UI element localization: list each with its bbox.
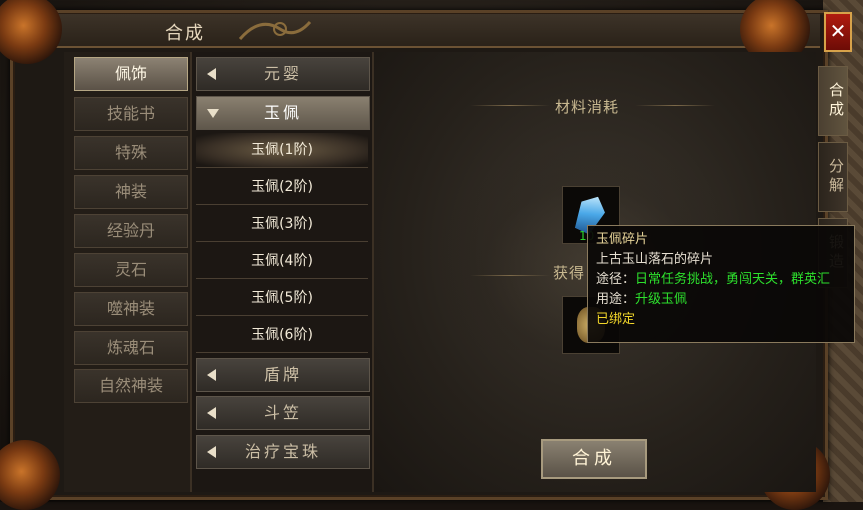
tooltip-use-value: 升级玉佩 bbox=[635, 292, 688, 307]
category-exp-pill[interactable]: 经验丹 bbox=[74, 214, 188, 248]
divider bbox=[470, 275, 550, 276]
tooltip-use-label: 用途： bbox=[596, 292, 636, 307]
category-nature-gear[interactable]: 自然神装 bbox=[74, 369, 188, 403]
divider bbox=[635, 105, 715, 106]
divider bbox=[470, 105, 550, 106]
materials-title: 材料消耗 bbox=[555, 98, 620, 116]
cloud-ornament-icon bbox=[238, 20, 312, 40]
list-item[interactable]: 玉佩(5阶) bbox=[196, 281, 368, 316]
close-button[interactable]: ✕ bbox=[824, 12, 852, 52]
group-yupei[interactable]: 玉佩 bbox=[196, 96, 370, 130]
tooltip-use: 用途：升级玉佩 bbox=[596, 290, 846, 310]
list-item[interactable]: 玉佩(2阶) bbox=[196, 170, 368, 205]
tooltip-description: 上古玉山落石的碎片 bbox=[596, 252, 714, 267]
tooltip-item-name: 玉佩碎片 bbox=[596, 232, 649, 247]
list-item[interactable]: 玉佩(6阶) bbox=[196, 318, 368, 353]
group-label: 元婴 bbox=[263, 64, 302, 83]
tooltip-route: 途径：日常任务挑战，勇闯天关，群英汇 bbox=[596, 270, 846, 290]
group-douli[interactable]: 斗笠 bbox=[196, 396, 370, 430]
category-divine-gear[interactable]: 神装 bbox=[74, 175, 188, 209]
group-label: 盾牌 bbox=[263, 365, 302, 384]
item-tooltip: 玉佩碎片 上古玉山落石的碎片 途径：日常任务挑战，勇闯天关，群英汇 用途：升级玉… bbox=[587, 225, 855, 343]
list-item[interactable]: 玉佩(3阶) bbox=[196, 207, 368, 242]
group-healing-orb[interactable]: 治疗宝珠 bbox=[196, 435, 370, 469]
title-bar[interactable] bbox=[14, 14, 820, 48]
list-item[interactable]: 玉佩(4阶) bbox=[196, 244, 368, 279]
list-item[interactable]: 玉佩(1阶) bbox=[196, 133, 368, 168]
category-spirit-stone[interactable]: 灵石 bbox=[74, 253, 188, 287]
group-dunpai[interactable]: 盾牌 bbox=[196, 358, 370, 392]
category-soul-stone[interactable]: 炼魂石 bbox=[74, 331, 188, 365]
collapse-arrow-icon bbox=[207, 446, 216, 458]
tab-label: 分解 bbox=[827, 158, 845, 196]
collapse-arrow-icon bbox=[207, 407, 216, 419]
category-devour-gear[interactable]: 噬神装 bbox=[74, 292, 188, 326]
group-label: 玉佩 bbox=[263, 103, 302, 122]
group-label: 斗笠 bbox=[263, 403, 302, 422]
group-label: 治疗宝珠 bbox=[244, 442, 321, 461]
category-special[interactable]: 特殊 bbox=[74, 136, 188, 170]
compose-button[interactable]: 合成 bbox=[541, 439, 647, 479]
category-skillbook[interactable]: 技能书 bbox=[74, 97, 188, 131]
tooltip-route-label: 途径： bbox=[596, 272, 636, 287]
tooltip-route-values: 日常任务挑战，勇闯天关，群英汇 bbox=[635, 272, 831, 287]
obtain-title: 获得 bbox=[553, 264, 586, 282]
tab-label: 合成 bbox=[827, 82, 845, 120]
category-peishi[interactable]: 佩饰 bbox=[74, 57, 188, 91]
window-title: 合成 bbox=[165, 23, 205, 44]
collapse-arrow-icon bbox=[207, 369, 216, 381]
collapse-arrow-icon bbox=[207, 68, 216, 80]
group-yuanying[interactable]: 元婴 bbox=[196, 57, 370, 91]
tooltip-bound-status: 已绑定 bbox=[596, 312, 636, 327]
tab-decompose[interactable]: 分解 bbox=[818, 142, 848, 212]
tab-compose[interactable]: 合成 bbox=[818, 66, 848, 136]
expand-arrow-icon bbox=[207, 109, 219, 118]
